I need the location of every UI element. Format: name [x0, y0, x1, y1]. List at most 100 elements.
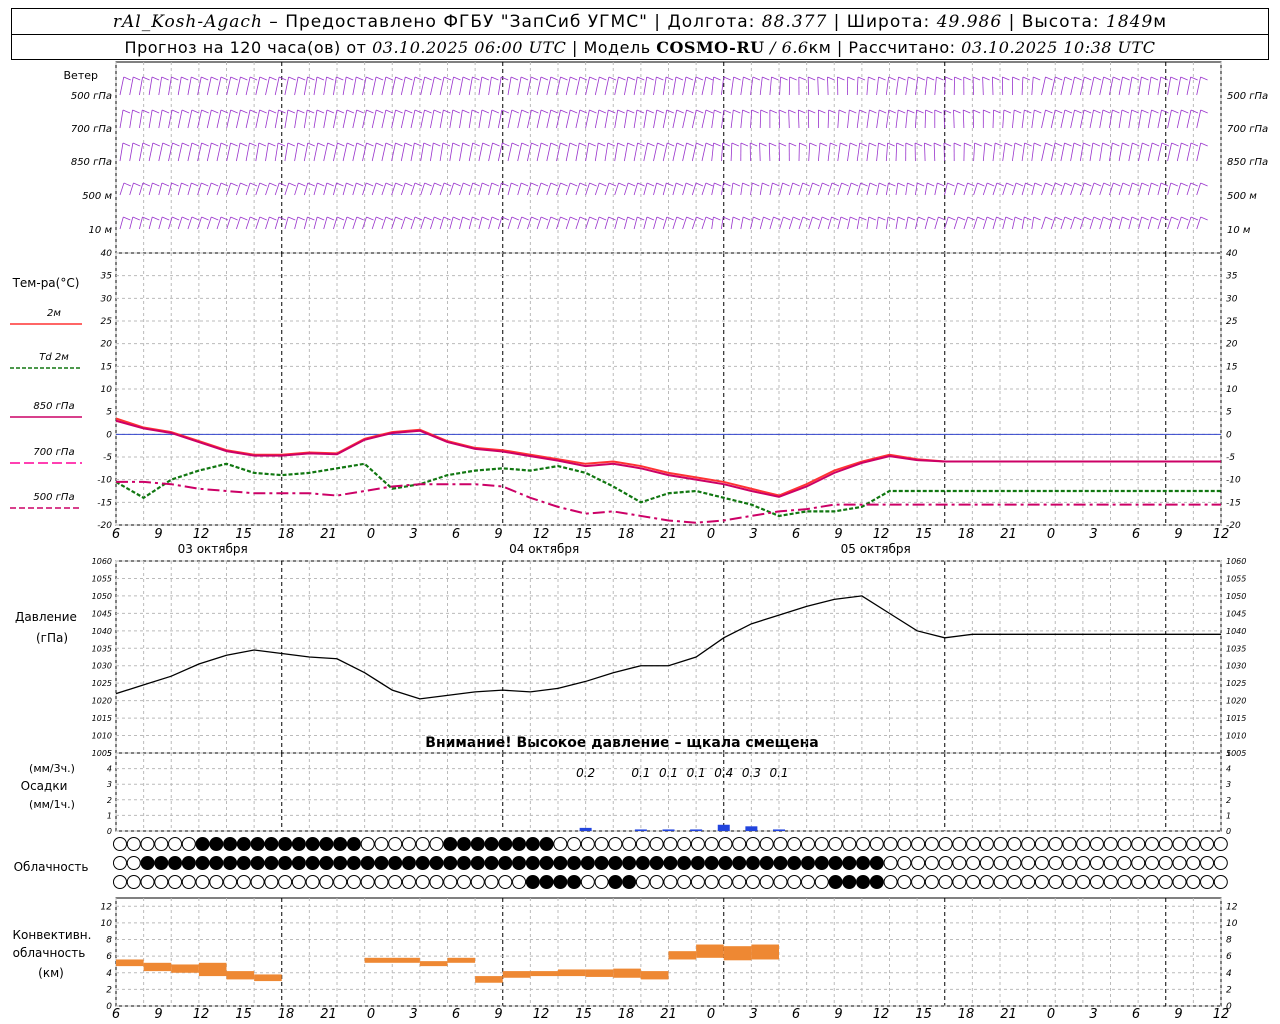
wind-barb	[769, 142, 777, 147]
wind-barb	[701, 182, 707, 196]
wind-barb	[307, 216, 315, 221]
wind-barb	[1122, 142, 1130, 147]
wind-barb	[259, 109, 267, 114]
wind-barb	[918, 216, 926, 221]
temp-panel-ytick-left: -5	[103, 453, 112, 463]
wind-barb	[866, 182, 871, 196]
wind-barb	[1160, 182, 1169, 187]
wind-barb	[550, 182, 558, 187]
wind-barb	[161, 216, 170, 221]
wind-barb	[148, 109, 153, 129]
cloud-symbol	[787, 875, 802, 889]
wind-barb	[696, 142, 704, 147]
wind-barb	[967, 182, 975, 187]
wind-barb	[352, 216, 358, 230]
precip-panel-ytick-right: 1	[1226, 811, 1231, 820]
wind-barb	[924, 142, 932, 147]
wind-barb	[395, 182, 403, 187]
cloud-symbol	[732, 875, 747, 889]
wind-barb	[876, 142, 879, 162]
wind-barb	[1128, 216, 1133, 230]
wind-barb	[376, 109, 384, 114]
wind-barb	[540, 182, 549, 187]
wind-barb	[866, 216, 870, 230]
wind-barb	[617, 142, 625, 147]
wind-barb	[216, 182, 222, 196]
wind-barb	[129, 216, 134, 230]
wind-barb	[119, 76, 125, 96]
wind-barb	[129, 182, 134, 196]
wind-barb	[434, 216, 442, 221]
wind-barb	[1064, 216, 1073, 221]
cloud-symbol	[1200, 875, 1215, 889]
wind-barb	[876, 182, 880, 196]
pressure-panel-ytick-left: 1045	[92, 609, 112, 618]
wind-barb	[847, 109, 850, 129]
cloud-symbol	[938, 875, 953, 889]
conv-cloud-bar	[447, 957, 476, 963]
wind-barb	[521, 216, 529, 221]
wind-barb	[666, 216, 674, 221]
wind-barb	[424, 216, 432, 221]
wind-barb	[589, 216, 597, 221]
wind-barb	[617, 109, 625, 114]
time-axis-hour-label: 9	[834, 527, 842, 542]
wind-barb	[917, 76, 925, 81]
cloud-symbol	[443, 837, 458, 851]
cloud-symbol	[305, 856, 320, 870]
conv-title-2: облачность	[13, 946, 86, 960]
wind-barb	[507, 182, 512, 196]
wind-barb	[633, 216, 638, 230]
wind-barb	[462, 216, 470, 221]
wind-barb	[1031, 109, 1035, 129]
wind-barb	[249, 216, 258, 221]
wind-barb	[760, 109, 768, 114]
wind-barb	[1002, 76, 1010, 81]
wind-barb	[531, 142, 539, 147]
wind-barb	[742, 182, 750, 187]
wind-barb	[1064, 182, 1073, 187]
cloud-symbol	[291, 875, 306, 889]
wind-barb	[502, 142, 510, 147]
conv-cloud-bar	[668, 951, 697, 960]
wind-barb	[964, 142, 972, 147]
conv-cloud-bar	[171, 964, 199, 973]
wind-barb	[245, 216, 251, 230]
wind-barb	[618, 182, 626, 187]
cloud-symbol	[718, 837, 733, 851]
wind-barb	[947, 182, 955, 187]
cloud-symbol	[415, 875, 430, 889]
wind-barb	[1079, 182, 1085, 196]
wind-barb	[974, 142, 982, 147]
wind-barb	[992, 109, 995, 129]
wind-barb	[973, 182, 978, 196]
cloud-symbol	[457, 856, 471, 870]
wind-barb	[676, 109, 684, 114]
wind-barb	[730, 182, 734, 196]
wind-barb	[740, 182, 743, 196]
wind-barb	[1012, 182, 1017, 196]
cloud-symbol	[360, 837, 375, 851]
wind-barb	[1002, 142, 1006, 162]
wind-barb	[905, 216, 909, 230]
conv-panel-ytick-left: 8	[106, 936, 112, 946]
conv-title-3: (км)	[38, 966, 64, 980]
cloud-symbol	[594, 856, 609, 870]
wind-barb	[236, 216, 241, 230]
time-axis-hour-label: 6	[112, 527, 120, 542]
wind-barb	[637, 142, 645, 147]
wind-barb	[1157, 216, 1162, 230]
cloud-symbol	[1131, 837, 1146, 851]
temp-panel-ytick-right: 40	[1226, 249, 1238, 259]
cloud-symbol	[154, 856, 169, 870]
cloud-symbol	[704, 837, 719, 851]
wind-barb	[1161, 142, 1170, 147]
wind-barb	[783, 216, 791, 221]
cloud-symbol	[346, 837, 361, 851]
wind-barb	[527, 216, 532, 230]
wind-barb	[1041, 142, 1046, 162]
cloud-symbol	[291, 837, 306, 851]
wind-barb	[953, 142, 962, 147]
wind-barb	[536, 216, 542, 230]
wind-barb	[807, 76, 810, 96]
